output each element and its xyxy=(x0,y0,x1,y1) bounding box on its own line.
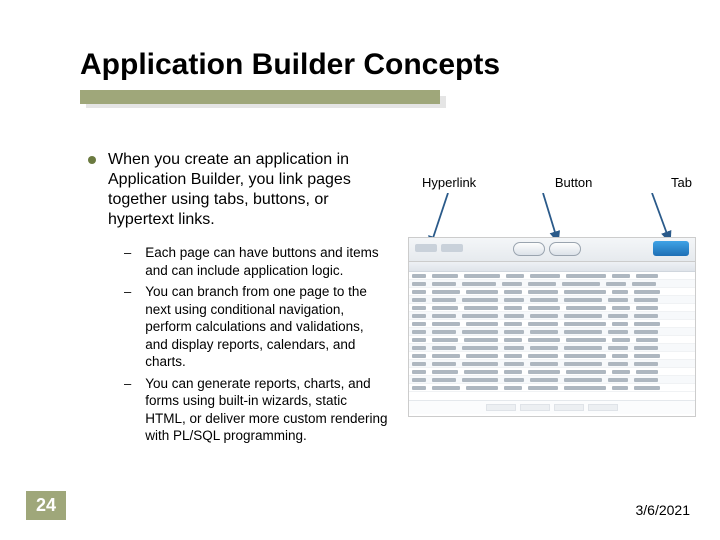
slide-title: Application Builder Concepts xyxy=(80,48,500,82)
annotation-labels: Hyperlink Button Tab xyxy=(422,175,692,190)
table-row xyxy=(409,312,695,320)
screenshot-toolbar xyxy=(409,238,695,262)
sub-bullet: – You can branch from one page to the ne… xyxy=(124,283,388,371)
main-bullet: When you create an application in Applic… xyxy=(88,150,388,230)
table-row xyxy=(409,296,695,304)
table-row xyxy=(409,344,695,352)
arrow-button xyxy=(543,193,558,242)
breadcrumb-link xyxy=(441,244,463,252)
footer-link xyxy=(588,404,618,411)
table-row xyxy=(409,320,695,328)
slide-date: 3/6/2021 xyxy=(636,502,691,518)
table-row xyxy=(409,376,695,384)
sub-bullet-text: Each page can have buttons and items and… xyxy=(145,244,388,279)
label-hyperlink: Hyperlink xyxy=(422,175,476,190)
arrow-tab xyxy=(652,193,670,242)
table-row xyxy=(409,352,695,360)
table-row xyxy=(409,328,695,336)
table-row xyxy=(409,336,695,344)
title-underline xyxy=(80,90,440,104)
bullet-icon xyxy=(88,156,96,164)
footer-link xyxy=(486,404,516,411)
sub-bullet: – You can generate reports, charts, and … xyxy=(124,375,388,445)
toolbar-button xyxy=(513,242,545,256)
dash-icon: – xyxy=(124,284,131,371)
active-tab xyxy=(653,241,689,256)
table-row xyxy=(409,288,695,296)
table-row xyxy=(409,368,695,376)
sub-bullet-text: You can generate reports, charts, and fo… xyxy=(145,375,388,445)
toolbar-button xyxy=(549,242,581,256)
breadcrumb-link xyxy=(415,244,437,252)
label-button: Button xyxy=(555,175,593,190)
table-row xyxy=(409,272,695,280)
sub-bullet-text: You can branch from one page to the next… xyxy=(145,283,388,371)
slide-number: 24 xyxy=(26,491,66,520)
sub-bullet-list: – Each page can have buttons and items a… xyxy=(124,244,388,445)
screenshot-footer xyxy=(409,400,695,414)
main-bullet-text: When you create an application in Applic… xyxy=(108,150,388,230)
footer-link xyxy=(554,404,584,411)
app-screenshot xyxy=(408,237,696,417)
dash-icon: – xyxy=(124,245,131,279)
table-row xyxy=(409,360,695,368)
dash-icon: – xyxy=(124,376,131,445)
screenshot-report-rows xyxy=(409,272,695,400)
label-tab: Tab xyxy=(671,175,692,190)
table-row xyxy=(409,280,695,288)
content-column: When you create an application in Applic… xyxy=(88,150,388,449)
table-row xyxy=(409,304,695,312)
screenshot-column-headers xyxy=(409,262,695,272)
table-row xyxy=(409,384,695,392)
footer-link xyxy=(520,404,550,411)
sub-bullet: – Each page can have buttons and items a… xyxy=(124,244,388,279)
